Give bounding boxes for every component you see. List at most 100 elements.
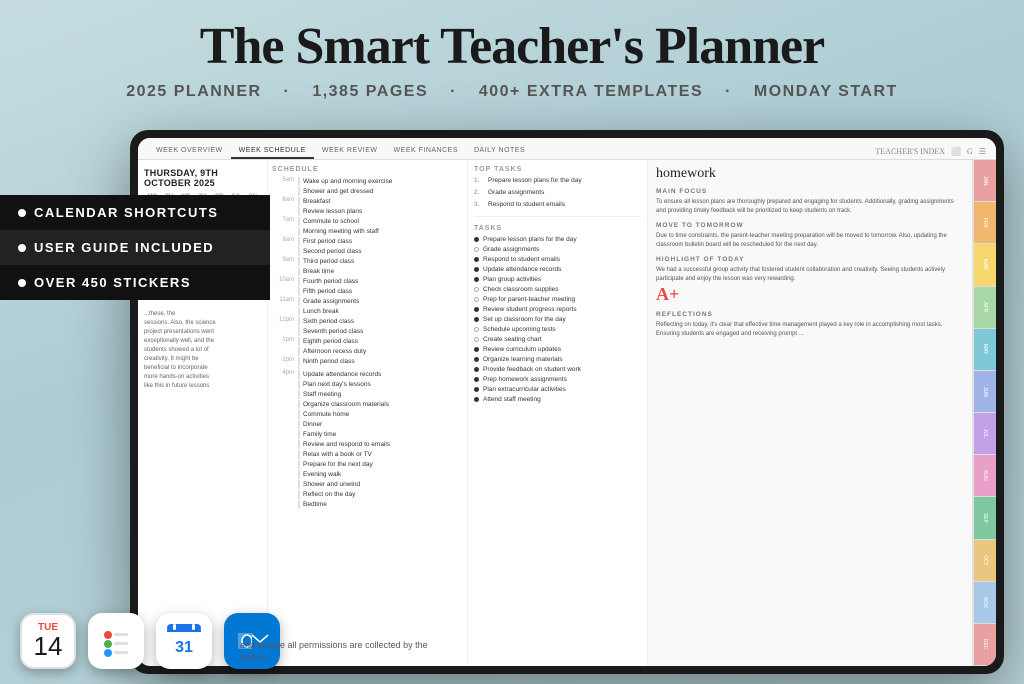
reminders-app-icon[interactable] [88,613,144,669]
month-tab-apr[interactable]: APR [974,287,996,329]
task-item[interactable]: Prep for parent-teacher meeting [474,296,641,303]
schedule-text: Wake up and morning exercise [298,177,463,186]
schedule-item: 11amGrade assignments [272,297,463,306]
schedule-item: Seventh period class [272,327,463,336]
tab-daily-notes[interactable]: DAILY NOTES [466,144,533,159]
schedule-text: Lunch break [298,307,463,316]
schedule-item: 6amBreakfast [272,197,463,206]
subtitle-part-2: 1,385 PAGES [312,83,428,100]
time-label [272,480,294,489]
month-tab-jun[interactable]: JUN [974,371,996,413]
task-text: Prep for parent-teacher meeting [483,296,575,303]
task-item[interactable]: Attend staff meeting [474,396,641,403]
month-tab-jan[interactable]: JAN [974,160,996,202]
task-item[interactable]: Prepare lesson plans for the day [474,236,641,243]
time-label [272,187,294,196]
task-item[interactable]: Respond to student emails [474,256,641,263]
task-text: Attend staff meeting [483,396,541,403]
top-tasks-label: TOP TASKS [474,166,641,173]
task-item[interactable]: Schedule upcoming tests [474,326,641,333]
schedule-text: Morning meeting with staff [298,227,463,236]
calendar-app-icon[interactable]: TUE 14 [20,613,76,669]
schedule-text: Eighth period class [298,337,463,346]
subtitle-part-1: 2025 PLANNER [126,83,261,100]
header: The Smart Teacher's Planner 2025 PLANNER… [0,0,1024,101]
task-item[interactable]: Set up classroom for the day [474,316,641,323]
nav-icon-3: ☰ [979,147,986,156]
month-tab-mar[interactable]: MAR [974,244,996,286]
task-item[interactable]: Review curriculum updates [474,346,641,353]
task-item[interactable]: Prep homework assignments [474,376,641,383]
task-item[interactable]: Check classroom supplies [474,286,641,293]
task-bullet [474,297,479,302]
task-text: Organize learning materials [483,356,562,363]
time-label [272,367,294,369]
month-tab-nov[interactable]: NOV [974,582,996,624]
schedule-text: Staff meeting [298,390,463,399]
schedule-item: 8amFirst period class [272,237,463,246]
schedule-item: Shower and unwind [272,480,463,489]
time-label [272,227,294,236]
schedule-text: Grade assignments [298,297,463,306]
time-label [272,450,294,459]
badge-stickers[interactable]: OVER 450 STICKERS [0,265,270,300]
tab-week-finances[interactable]: WEEK FINANCES [386,144,466,159]
schedule-item: 7amCommute to school [272,217,463,226]
task-text: Plan group activities [483,276,541,283]
month-tab-oct[interactable]: OCT [974,540,996,582]
badge-label-3: OVER 450 STICKERS [34,275,191,290]
nav-right: TEACHER'S INDEX ⬜ G ☰ [875,144,986,159]
time-label [272,500,294,509]
schedule-item: Fifth period class [272,287,463,296]
schedule-text: Family time [298,430,463,439]
feature-badges: CALENDAR SHORTCUTS USER GUIDE INCLUDED O… [0,195,270,300]
task-bullet [474,337,479,342]
month-tab-may[interactable]: MAY [974,329,996,371]
schedule-text: Second period class [298,247,463,256]
task-item[interactable]: Create seating chart [474,336,641,343]
dot-2: · [450,83,457,100]
month-tab-aug[interactable]: AUG [974,455,996,497]
task-item[interactable]: Plan extracurricular activities [474,386,641,393]
schedule-text: Reflect on the day [298,490,463,499]
time-label: 1pm [272,337,294,346]
badge-user-guide[interactable]: USER GUIDE INCLUDED [0,230,270,265]
tab-week-review[interactable]: WEEK REVIEW [314,144,386,159]
tab-week-overview[interactable]: WEEK OVERVIEW [148,144,231,159]
task-item[interactable]: Plan group activities [474,276,641,283]
tab-week-schedule[interactable]: WEEK SCHEDULE [231,144,314,159]
task-item[interactable]: Provide feedback on student work [474,366,641,373]
task-item[interactable]: Review student progress reports [474,306,641,313]
task-bullet [474,367,479,372]
schedule-text: Evening walk [298,470,463,479]
task-text: Create seating chart [483,336,542,343]
gcal-app-icon[interactable]: 31 [156,613,212,669]
task-bullet [474,357,479,362]
month-tab-jul[interactable]: JUL [974,413,996,455]
nav-icon-2: G [967,147,973,156]
schedule-item: Afternoon recess duty [272,347,463,356]
task-item[interactable]: Grade assignments [474,246,641,253]
time-label [272,470,294,479]
schedule-text: Prepare for the next day [298,460,463,469]
schedule-item: Dinner [272,420,463,429]
task-bullet [474,237,479,242]
month-tab-dec[interactable]: DEC [974,624,996,666]
month-tab-sep[interactable]: SEP [974,497,996,539]
schedule-text: Break time [298,267,463,276]
schedule-item: Lunch break [272,307,463,316]
date-heading: THURSDAY, 9TH OCTOBER 2025 [144,168,261,188]
task-item[interactable]: Update attendance records [474,266,641,273]
month-tab-feb[interactable]: FEB [974,202,996,244]
schedule-text: Review and respond to emails [298,440,463,449]
task-item[interactable]: Organize learning materials [474,356,641,363]
task-divider [474,216,641,217]
task-text: Schedule upcoming tests [483,326,556,333]
schedule-list: 5amWake up and morning exerciseShower an… [272,177,463,509]
task-text: Prep homework assignments [483,376,567,383]
badge-calendar-shortcuts[interactable]: CALENDAR SHORTCUTS [0,195,270,230]
task-bullet [474,257,479,262]
dot-1: · [284,83,291,100]
schedule-item: 4pmUpdate attendance records [272,370,463,379]
subtitle-part-4: MONDAY START [754,83,898,100]
